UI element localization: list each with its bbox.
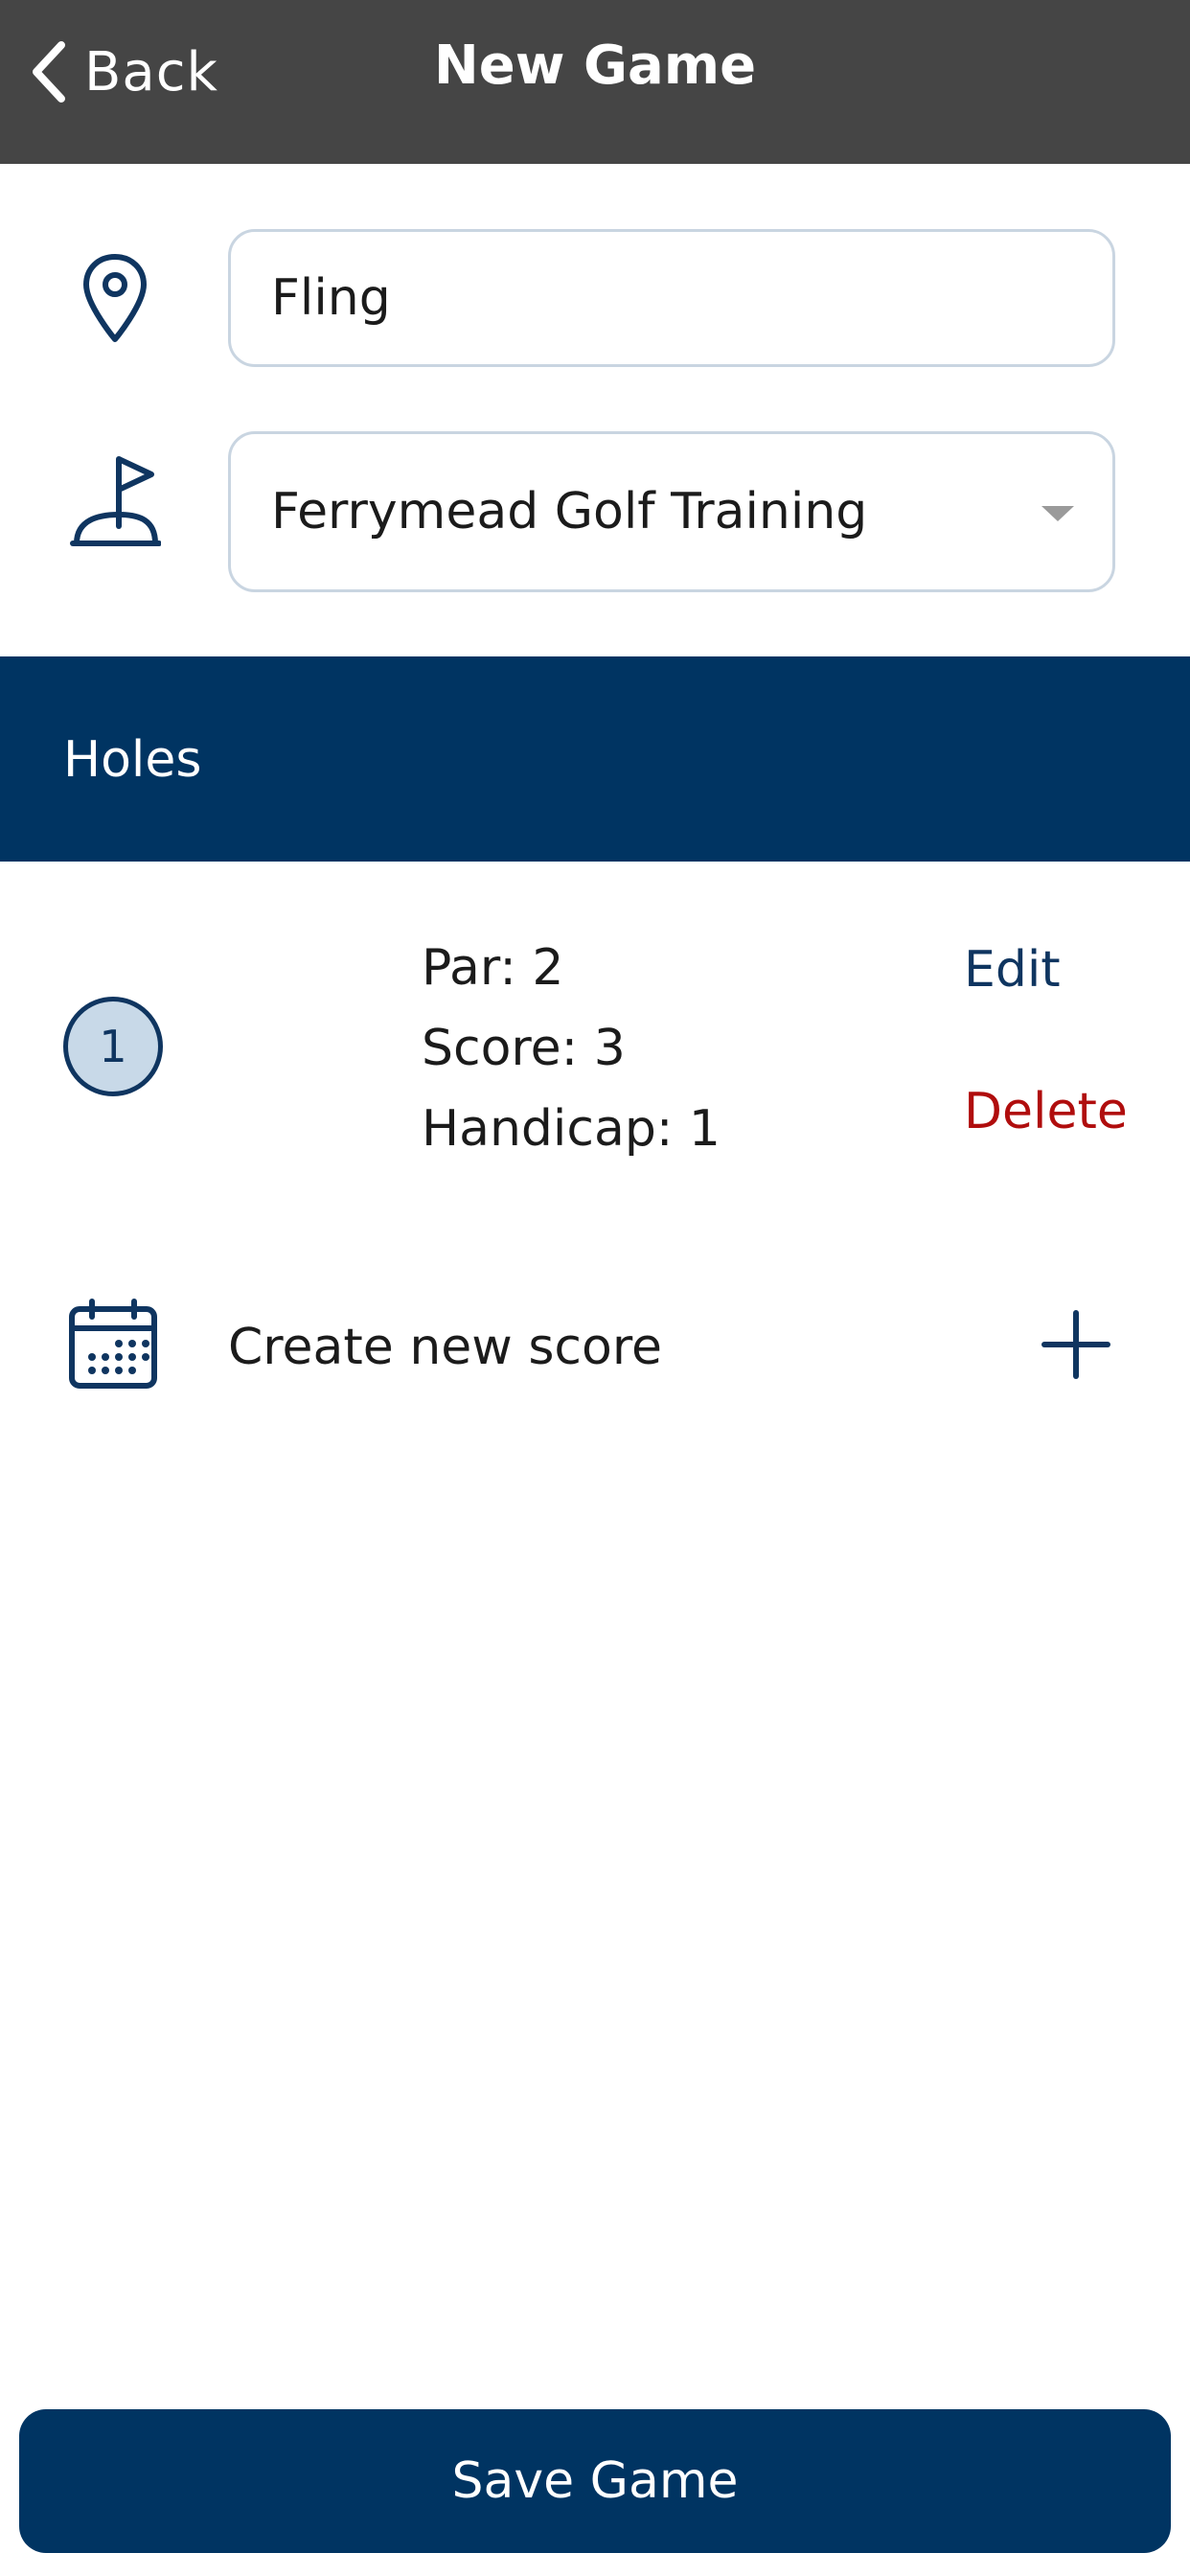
dropdown-caret-icon [1041, 506, 1074, 521]
create-new-score-label: Create new score [228, 1319, 663, 1376]
holes-section-header: Holes [0, 656, 1190, 862]
app-header: Back New Game [0, 0, 1190, 164]
golf-flag-icon [70, 456, 161, 546]
save-game-button[interactable]: Save Game [19, 2409, 1171, 2553]
hole-par: Par: 2 [422, 939, 564, 997]
hole-stats: Par: 2 Score: 3 Handicap: 1 [422, 928, 721, 1169]
course-row-icon [67, 448, 163, 554]
hole-score: Score: 3 [422, 1020, 626, 1077]
plus-icon[interactable] [1041, 1309, 1111, 1380]
holes-section-title: Holes [63, 731, 202, 789]
location-row-icon [67, 242, 163, 356]
delete-hole-button[interactable]: Delete [964, 1083, 1128, 1140]
page-title: New Game [433, 34, 757, 97]
course-select[interactable]: Ferrymead Golf Training [228, 431, 1115, 592]
hole-handicap: Handicap: 1 [422, 1100, 721, 1158]
game-name-input[interactable] [271, 269, 1057, 327]
course-select-value: Ferrymead Golf Training [271, 483, 868, 540]
hole-number-badge: 1 [63, 997, 163, 1096]
map-pin-icon [83, 254, 147, 342]
calendar-icon [69, 1299, 157, 1389]
edit-hole-button[interactable]: Edit [964, 941, 1061, 999]
game-name-field[interactable] [228, 229, 1115, 367]
save-game-label: Save Game [451, 2452, 739, 2510]
create-new-score-button[interactable]: Create new score [0, 1284, 1190, 1418]
